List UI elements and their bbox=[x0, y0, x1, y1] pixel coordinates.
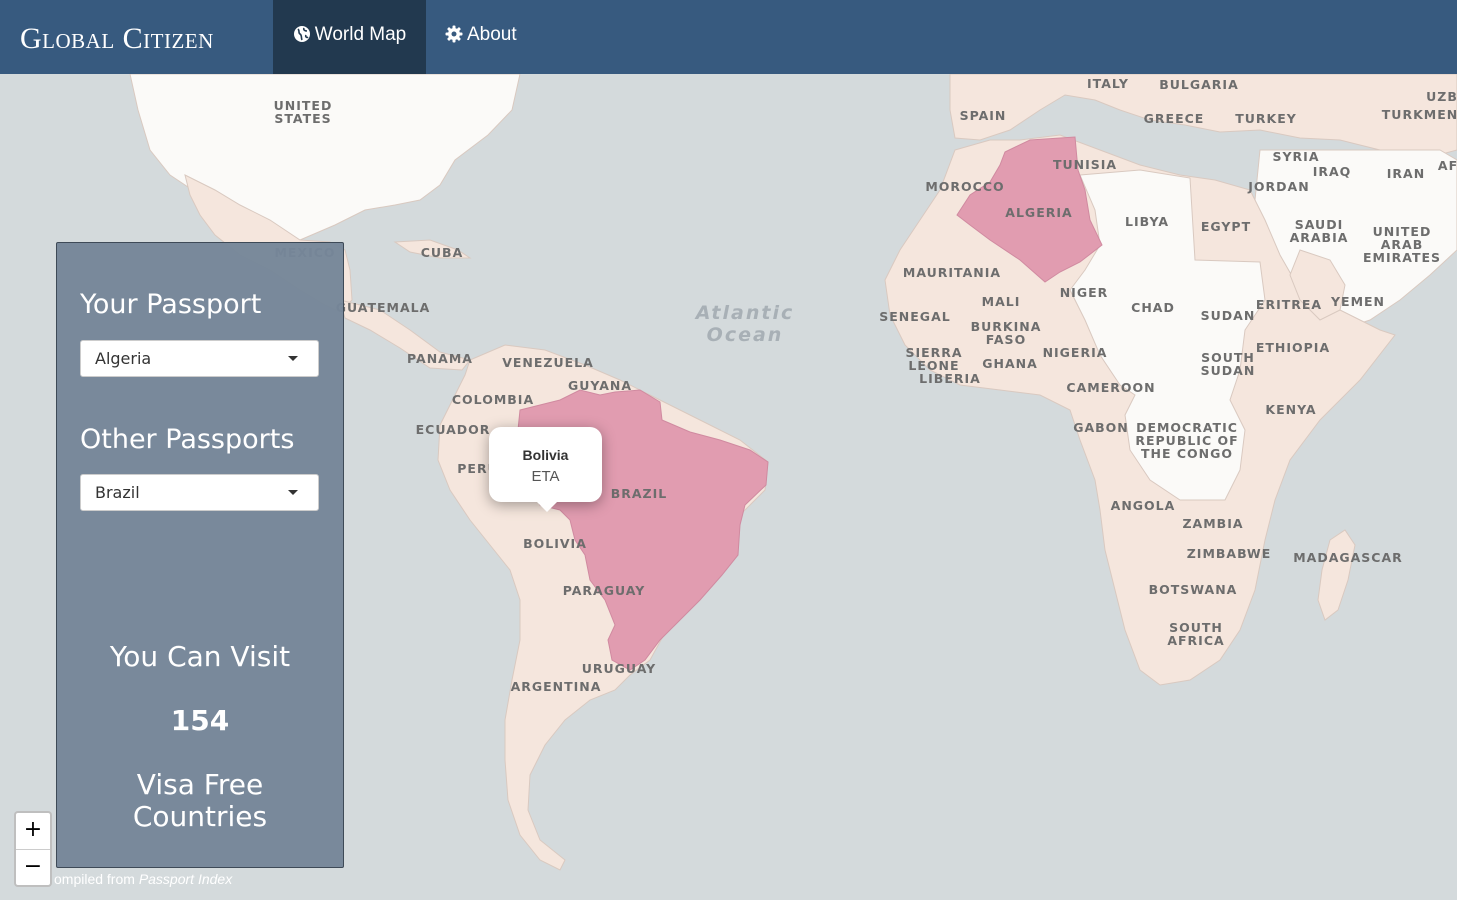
country-label: BOTSWANA bbox=[1149, 582, 1238, 597]
country-label: BOLIVIA bbox=[523, 536, 587, 551]
country-label: SUDAN bbox=[1201, 308, 1256, 323]
country-label: MAURITANIA bbox=[903, 265, 1001, 280]
country-label: ETHIOPIA bbox=[1256, 340, 1330, 355]
chevron-down-icon bbox=[288, 490, 298, 495]
other-passports-heading: Other Passports bbox=[80, 424, 295, 455]
country-label: BULGARIA bbox=[1159, 77, 1239, 92]
popup-tip bbox=[537, 502, 557, 512]
visit-line2: Visa Free bbox=[136, 768, 264, 801]
chevron-down-icon bbox=[288, 356, 298, 361]
country-label: GUATEMALA bbox=[336, 300, 431, 315]
country-label: KENYA bbox=[1265, 402, 1316, 417]
country-label: LIBERIA bbox=[919, 371, 981, 386]
ocean-label: Atlantic bbox=[694, 302, 794, 324]
country-label: THE CONGO bbox=[1141, 446, 1233, 461]
country-label: ERITREA bbox=[1256, 297, 1322, 312]
country-label: SYRIA bbox=[1272, 149, 1319, 164]
country-label: UZB bbox=[1426, 89, 1457, 104]
country-label: COLOMBIA bbox=[452, 392, 534, 407]
country-popup[interactable]: Bolivia ETA bbox=[489, 427, 602, 512]
visa-free-count: 154 bbox=[170, 704, 230, 737]
country-label: ARABIA bbox=[1290, 230, 1349, 245]
country-label: VENEZUELA bbox=[502, 355, 594, 370]
country-label: FASO bbox=[986, 332, 1026, 347]
nav-about[interactable]: About bbox=[445, 0, 535, 74]
country-label: STATES bbox=[274, 111, 331, 126]
your-passport-select[interactable]: Algeria bbox=[80, 340, 319, 377]
country-label: NIGERIA bbox=[1043, 345, 1108, 360]
country-label: ALGERIA bbox=[1005, 205, 1072, 220]
country-label: ECUADOR bbox=[416, 422, 491, 437]
nav-world-map-label: World Map bbox=[314, 24, 407, 45]
your-passport-value: Algeria bbox=[95, 349, 152, 368]
country-label: SPAIN bbox=[960, 108, 1007, 123]
country-label: EGYPT bbox=[1201, 219, 1251, 234]
country-label: TURKMEN bbox=[1382, 107, 1457, 122]
country-label: PANAMA bbox=[407, 351, 473, 366]
gear-icon bbox=[445, 3, 463, 73]
popup-status: ETA bbox=[531, 468, 560, 485]
country-label: PARAGUAY bbox=[563, 583, 646, 598]
country-label: AFRICA bbox=[1167, 633, 1224, 648]
country-label: ITALY bbox=[1087, 76, 1129, 91]
country-label: TURKEY bbox=[1235, 111, 1297, 126]
other-passports-value: Brazil bbox=[95, 483, 140, 502]
country-label: LIBYA bbox=[1125, 214, 1169, 229]
country-label: EMIRATES bbox=[1363, 250, 1441, 265]
country-label: IRAN bbox=[1387, 166, 1425, 181]
country-label: JORDAN bbox=[1247, 179, 1309, 194]
attribution-source-link[interactable]: Passport Index bbox=[139, 871, 232, 887]
ocean-label: Ocean bbox=[707, 324, 784, 346]
map-attribution: ompiled from Passport Index bbox=[54, 871, 232, 887]
country-label: ARGENTINA bbox=[511, 679, 602, 694]
country-label: ZAMBIA bbox=[1182, 516, 1243, 531]
visit-line3: Countries bbox=[132, 800, 268, 833]
country-label: CUBA bbox=[421, 245, 464, 260]
country-label: MALI bbox=[982, 294, 1021, 309]
nav-world-map[interactable]: World Map bbox=[273, 0, 426, 74]
country-label: GABON bbox=[1073, 420, 1129, 435]
country-label: CHAD bbox=[1131, 300, 1175, 315]
country-label: YEMEN bbox=[1330, 294, 1385, 309]
zoom-out-button[interactable]: − bbox=[16, 850, 50, 886]
zoom-control: + − bbox=[14, 811, 52, 887]
passport-panel: Your Passport Algeria Other Passports Br… bbox=[56, 242, 344, 868]
country-label: SUDAN bbox=[1201, 363, 1256, 378]
country-label: MOROCCO bbox=[925, 179, 1004, 194]
country-label: ANGOLA bbox=[1111, 498, 1176, 513]
brand-title[interactable]: Global Citizen bbox=[20, 22, 214, 56]
country-label: URUGUAY bbox=[582, 661, 656, 676]
country-label: AF bbox=[1438, 158, 1457, 173]
country-label: SENEGAL bbox=[879, 309, 950, 324]
country-label: GUYANA bbox=[568, 378, 632, 393]
nav-about-label: About bbox=[467, 24, 517, 45]
your-passport-heading: Your Passport bbox=[80, 289, 262, 320]
globe-icon bbox=[293, 3, 311, 73]
popup-country: Bolivia bbox=[522, 447, 569, 463]
country-label: TUNISIA bbox=[1053, 157, 1117, 172]
country-label: GHANA bbox=[982, 356, 1038, 371]
country-label: IRAQ bbox=[1313, 164, 1352, 179]
country-label: CAMEROON bbox=[1066, 380, 1155, 395]
visit-heading: You Can Visit bbox=[109, 640, 291, 673]
country-label: NIGER bbox=[1060, 285, 1109, 300]
other-passports-select[interactable]: Brazil bbox=[80, 474, 319, 511]
country-label: ZIMBABWE bbox=[1187, 546, 1272, 561]
attribution-prefix: ompiled from bbox=[54, 871, 135, 887]
zoom-in-button[interactable]: + bbox=[16, 813, 50, 850]
country-label: MADAGASCAR bbox=[1293, 550, 1403, 565]
navbar: Global Citizen World Map About bbox=[0, 0, 1457, 74]
country-label: BRAZIL bbox=[611, 486, 668, 501]
country-label: GREECE bbox=[1144, 111, 1205, 126]
